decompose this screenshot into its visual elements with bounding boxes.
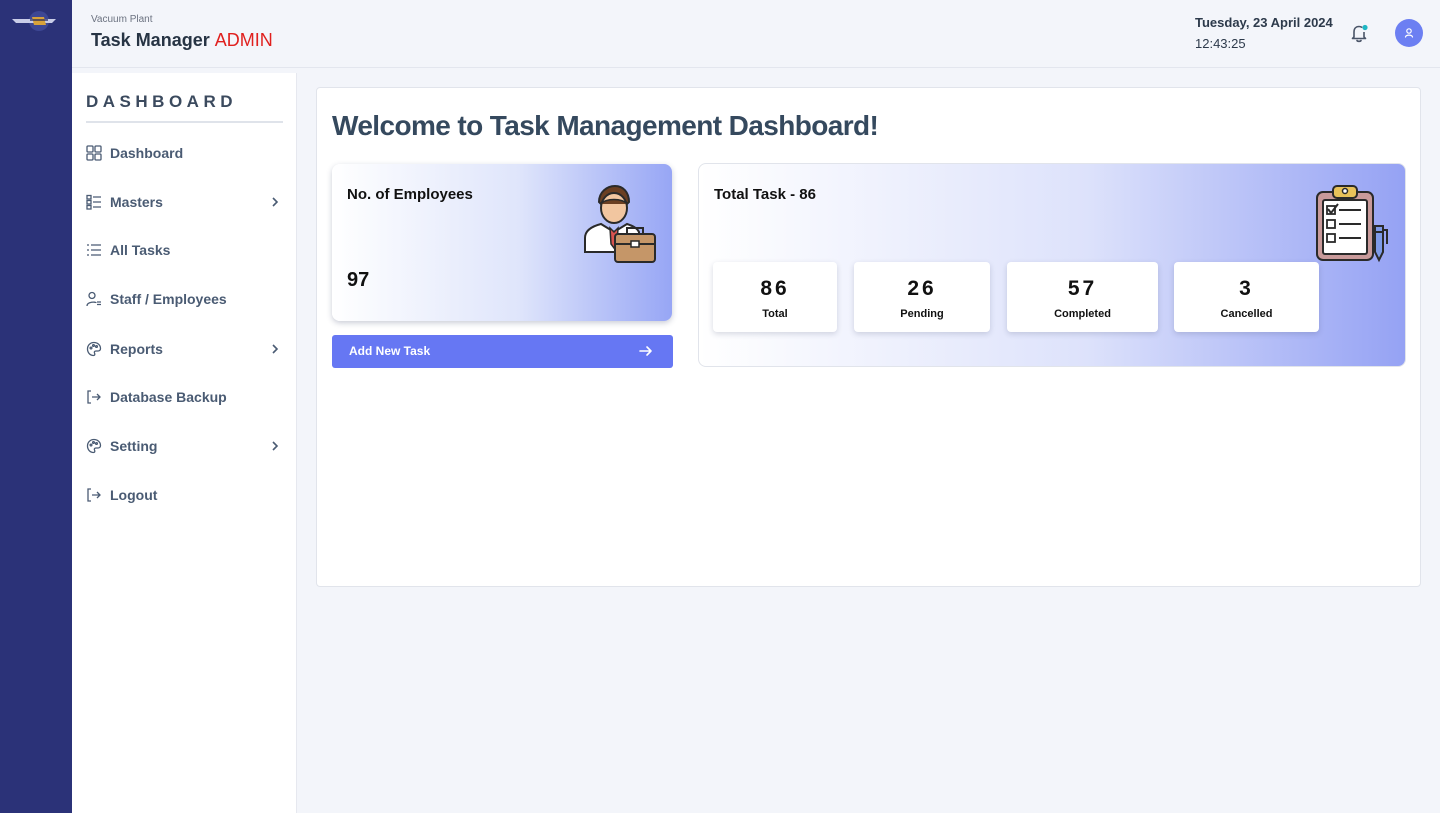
company-logo-icon[interactable] (8, 8, 60, 34)
top-bar: Vacuum Plant Task Manager ADMIN Tuesday,… (72, 0, 1440, 68)
app-title: Task Manager ADMIN (91, 30, 273, 51)
employees-card-title: No. of Employees (347, 186, 473, 203)
stat-total-label: Total (762, 308, 788, 320)
sidebar-item-label: Reports (110, 341, 163, 357)
sidebar: DASHBOARD Dashboard Masters All Tasks St… (72, 73, 297, 813)
user-avatar-icon (1404, 28, 1414, 38)
chevron-right-icon (272, 197, 279, 207)
user-list-icon (86, 291, 102, 307)
main-panel: Welcome to Task Management Dashboard! No… (316, 87, 1421, 587)
sidebar-item-reports[interactable]: Reports (86, 337, 283, 361)
stat-total-value: 86 (760, 277, 790, 300)
sidebar-item-dashboard[interactable]: Dashboard (86, 141, 283, 165)
sign-out-icon (86, 389, 102, 405)
stat-cancelled-label: Cancelled (1220, 308, 1273, 320)
total-tasks-card: Total Task - 86 86 Total 26 Pending 57 C… (698, 163, 1406, 367)
stat-pending-value: 26 (907, 277, 937, 300)
sidebar-item-label: Database Backup (110, 389, 227, 405)
grid-icon (86, 145, 102, 161)
stat-completed-label: Completed (1054, 308, 1111, 320)
palette-icon (86, 341, 102, 357)
stat-total[interactable]: 86 Total (713, 262, 837, 332)
current-time: 12:43:25 (1195, 36, 1246, 51)
stat-cancelled-value: 3 (1239, 277, 1254, 300)
list-icon (86, 242, 102, 258)
stat-pending-label: Pending (900, 308, 944, 320)
role-label: ADMIN (214, 30, 273, 50)
sidebar-item-logout[interactable]: Logout (86, 483, 283, 507)
sidebar-item-label: All Tasks (110, 242, 171, 258)
sidebar-item-setting[interactable]: Setting (86, 434, 283, 458)
sidebar-item-label: Dashboard (110, 145, 184, 161)
sign-out-icon (86, 487, 102, 503)
bell-icon[interactable] (1348, 22, 1370, 44)
arrow-right-icon (639, 346, 652, 356)
list-check-icon (86, 194, 102, 210)
add-new-task-button[interactable]: Add New Task (332, 335, 673, 368)
stat-pending[interactable]: 26 Pending (854, 262, 990, 332)
chevron-right-icon (272, 441, 279, 451)
total-tasks-title: Total Task - 86 (714, 186, 816, 203)
stat-cancelled[interactable]: 3 Cancelled (1174, 262, 1319, 332)
page-title: Welcome to Task Management Dashboard! (332, 110, 879, 141)
sidebar-divider (86, 121, 283, 123)
app-title-text: Task Manager (91, 30, 210, 50)
palette-icon (86, 438, 102, 454)
user-avatar[interactable] (1395, 19, 1423, 47)
sidebar-title: DASHBOARD (86, 92, 237, 111)
stat-completed[interactable]: 57 Completed (1007, 262, 1158, 332)
app-rail (0, 0, 72, 813)
employees-count: 97 (347, 269, 370, 291)
sidebar-item-staff-employees[interactable]: Staff / Employees (86, 287, 283, 311)
sidebar-item-masters[interactable]: Masters (86, 190, 283, 214)
chevron-right-icon (272, 344, 279, 354)
add-new-task-label: Add New Task (349, 344, 431, 358)
sidebar-item-label: Logout (110, 487, 158, 503)
sidebar-item-label: Staff / Employees (110, 291, 227, 307)
employee-briefcase-icon (584, 184, 656, 263)
org-name: Vacuum Plant (91, 14, 153, 25)
sidebar-item-all-tasks[interactable]: All Tasks (86, 238, 283, 262)
clipboard-checklist-icon (1316, 185, 1388, 263)
sidebar-item-label: Setting (110, 438, 158, 454)
employees-card[interactable]: No. of Employees 97 (332, 164, 672, 321)
stat-completed-value: 57 (1067, 277, 1098, 300)
sidebar-item-label: Masters (110, 194, 163, 210)
sidebar-item-database-backup[interactable]: Database Backup (86, 385, 283, 409)
current-date: Tuesday, 23 April 2024 (1195, 15, 1333, 30)
